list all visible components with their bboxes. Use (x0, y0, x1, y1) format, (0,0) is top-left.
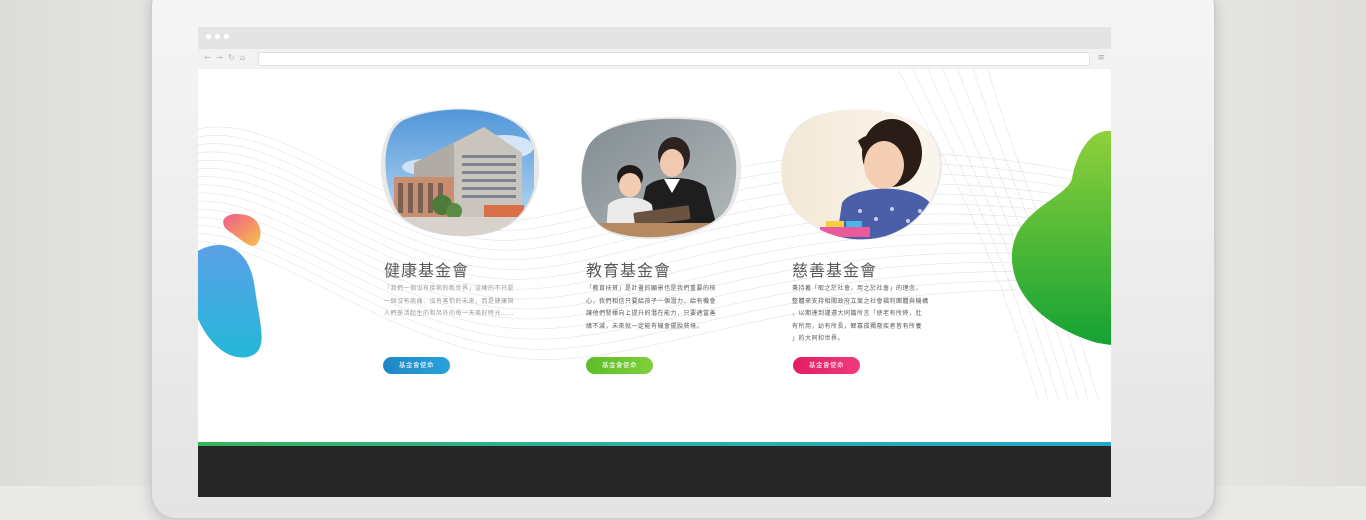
card-description: 秉持著「取之於社會，用之於社會」的理念， 整體來支持相關政府立案之社會福利團體與… (792, 283, 952, 346)
card-text-line: 「教育扶貧」是計畫的願景也是我們重要的核 (586, 285, 717, 292)
card-description: 「我們一個沒有疾病的新世界」這樣的不只是 一個沒有病痛、沒有害怕的未來，而是健康… (384, 283, 544, 321)
laptop-screen: ← → ↻ ⌂ ≡ 健康基金會 「我們一個沒有疾病的新世界」這樣的不只是 一個沒… (198, 27, 1111, 497)
back-arrow-icon[interactable]: ← (204, 53, 211, 63)
mission-button-health[interactable]: 基金會使命 (383, 357, 450, 374)
card-text-line: 有所用，幼有所長，鰥寡孤獨廢疾者皆有所養 (792, 322, 923, 330)
card-text-line: ，以期達到謹遵大同篇所言「使老有所終，壯 (792, 310, 923, 318)
web-page: 健康基金會 「我們一個沒有疾病的新世界」這樣的不只是 一個沒有病痛、沒有害怕的未… (198, 69, 1111, 497)
home-icon[interactable]: ⌂ (240, 53, 245, 63)
card-text-line: 一個沒有病痛、沒有害怕的未來，而是健康與 (384, 297, 515, 305)
teacher-student-photo (581, 118, 737, 238)
card-text-line: 」的大同和世界。 (792, 335, 845, 343)
blue-blob-shape (198, 245, 262, 358)
green-blob-shape (1011, 130, 1111, 345)
dark-footer (198, 446, 1111, 497)
card-title: 健康基金會 (384, 261, 470, 280)
card-title: 教育基金會 (586, 261, 672, 280)
card-text-line: 緣不滅，未來就一定能有機會擺脫貧境。 (586, 322, 704, 330)
address-bar[interactable] (258, 52, 1090, 66)
browser-menu-icon[interactable]: ≡ (1097, 53, 1105, 63)
forward-arrow-icon[interactable]: → (216, 53, 223, 63)
child-playing-photo (781, 109, 940, 240)
card-description: 「教育扶貧」是計畫的願景也是我們重要的核 心，我們相信只要給孩子一個潛力、給有機… (586, 283, 746, 333)
refresh-icon[interactable]: ↻ (228, 53, 235, 63)
window-maximize-dot[interactable] (224, 34, 229, 39)
hospital-building-photo (385, 109, 534, 237)
window-controls (206, 34, 229, 39)
mission-button-education[interactable]: 基金會使命 (586, 357, 653, 374)
window-minimize-dot[interactable] (215, 34, 220, 39)
card-text-line: 讓他們發揮向上提升的潛在能力，只要適當善 (586, 310, 717, 318)
card-title: 慈善基金會 (792, 261, 878, 280)
card-text-line: 「我們一個沒有疾病的新世界」這樣的不只是 (384, 285, 515, 292)
mission-button-charity[interactable]: 基金會使命 (793, 357, 860, 374)
window-close-dot[interactable] (206, 34, 211, 39)
card-text-line: 人們學活起生的和另外的每一天美好時光…… (384, 310, 515, 318)
card-text-line: 秉持著「取之於社會，用之於社會」的理念， (792, 285, 923, 292)
pink-blob-shape (223, 213, 261, 246)
card-text-line: 心，我們相信只要給孩子一個潛力、給有機會 (586, 297, 717, 305)
card-text-line: 整體來支持相關政府立案之社會福利團體與機構 (792, 297, 929, 305)
browser-title-bar (198, 27, 1111, 49)
browser-nav-bar: ← → ↻ ⌂ ≡ (198, 49, 1111, 70)
